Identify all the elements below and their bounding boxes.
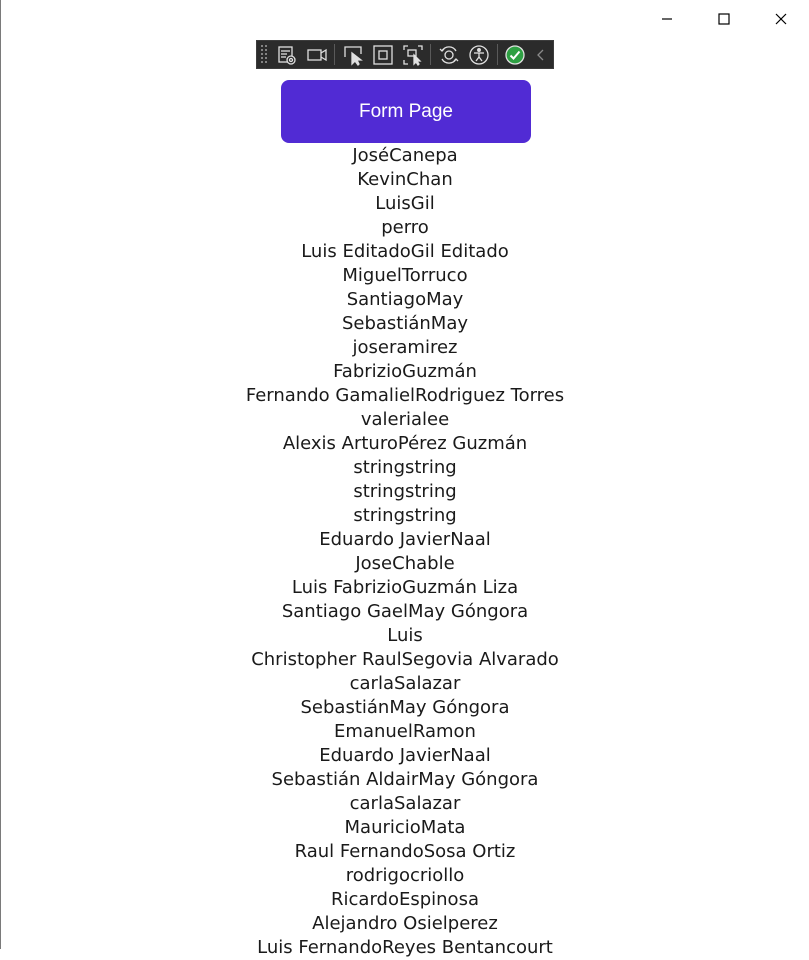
list-item: KevinChan xyxy=(357,169,453,190)
list-item: FabrizioGuzmán xyxy=(333,361,477,382)
name-list: JoséCanepa KevinChan LuisGil perro Luis Edit… xyxy=(1,144,809,960)
list-item: valerialee xyxy=(360,409,450,430)
list-item: Alexis ArturoPérez Guzmán xyxy=(282,433,528,454)
collapse-chevron-icon[interactable] xyxy=(529,42,553,68)
select-element-icon[interactable] xyxy=(341,42,365,68)
close-icon xyxy=(775,13,786,25)
toolbar-separator xyxy=(334,44,336,65)
list-item: Christopher RaulSegovia Alvarado xyxy=(251,649,559,670)
list-item: Santiago GaelMay Góngora xyxy=(281,601,529,622)
hot-reload-icon[interactable] xyxy=(437,42,461,68)
list-item: Alejandro Osielperez xyxy=(312,913,498,934)
list-item: stringstring xyxy=(353,481,457,502)
maximize-button[interactable] xyxy=(695,0,752,38)
list-item: LuisGil xyxy=(375,193,435,214)
list-item: stringstring xyxy=(353,505,457,526)
list-item: Luis EditadoGil Editado xyxy=(301,241,509,262)
list-item: Eduardo JavierNaal xyxy=(319,529,491,550)
toolbar-separator xyxy=(496,44,498,65)
list-item: joseramirez xyxy=(352,337,458,358)
list-item: Luis FabrizioGuzmán Liza xyxy=(291,577,519,598)
grip-handle[interactable] xyxy=(260,44,270,65)
list-item: SebastiánMay xyxy=(341,313,469,334)
list-item: EmanuelRamon xyxy=(334,721,476,742)
close-button[interactable] xyxy=(752,0,809,38)
list-item: SebastiánMay Góngora xyxy=(300,697,510,718)
accessibility-icon[interactable] xyxy=(467,42,491,68)
maximize-icon xyxy=(717,13,730,25)
list-item: MiguelTorruco xyxy=(342,265,468,286)
list-item: carlaSalazar xyxy=(349,793,461,814)
display-layout-adorners-icon[interactable] xyxy=(371,42,395,68)
form-page-button[interactable]: Form Page xyxy=(281,80,531,143)
list-item: Sebastián AldairMay Góngora xyxy=(271,769,539,790)
list-item: rodrigocriollo xyxy=(345,865,465,886)
window-controls xyxy=(638,0,809,38)
list-item: Raul FernandoSosa Ortiz xyxy=(294,841,516,862)
list-item: MauricioMata xyxy=(344,817,466,838)
xaml-debug-toolbar xyxy=(256,40,554,69)
list-item: Fernando GamalielRodriguez Torres xyxy=(245,385,565,406)
list-item: JoséCanepa xyxy=(352,145,458,166)
live-visual-tree-icon[interactable] xyxy=(275,42,299,68)
list-item: stringstring xyxy=(353,457,457,478)
minimize-button[interactable] xyxy=(638,0,695,38)
list-item: Eduardo JavierNaal xyxy=(319,745,491,766)
list-item: Luis xyxy=(387,625,423,646)
minimize-icon xyxy=(661,18,672,20)
list-item: JoseChable xyxy=(355,553,455,574)
list-item: Luis FernandoReyes Bentancourt xyxy=(257,937,553,958)
video-camera-icon[interactable] xyxy=(305,42,329,68)
list-item: SantiagoMay xyxy=(346,289,464,310)
list-item: RicardoEspinosa xyxy=(331,889,479,910)
track-focus-icon[interactable] xyxy=(401,42,425,68)
list-item: perro xyxy=(381,217,429,238)
list-item: carlaSalazar xyxy=(349,673,461,694)
toolbar-separator xyxy=(430,44,432,65)
binding-check-icon[interactable] xyxy=(504,42,528,68)
